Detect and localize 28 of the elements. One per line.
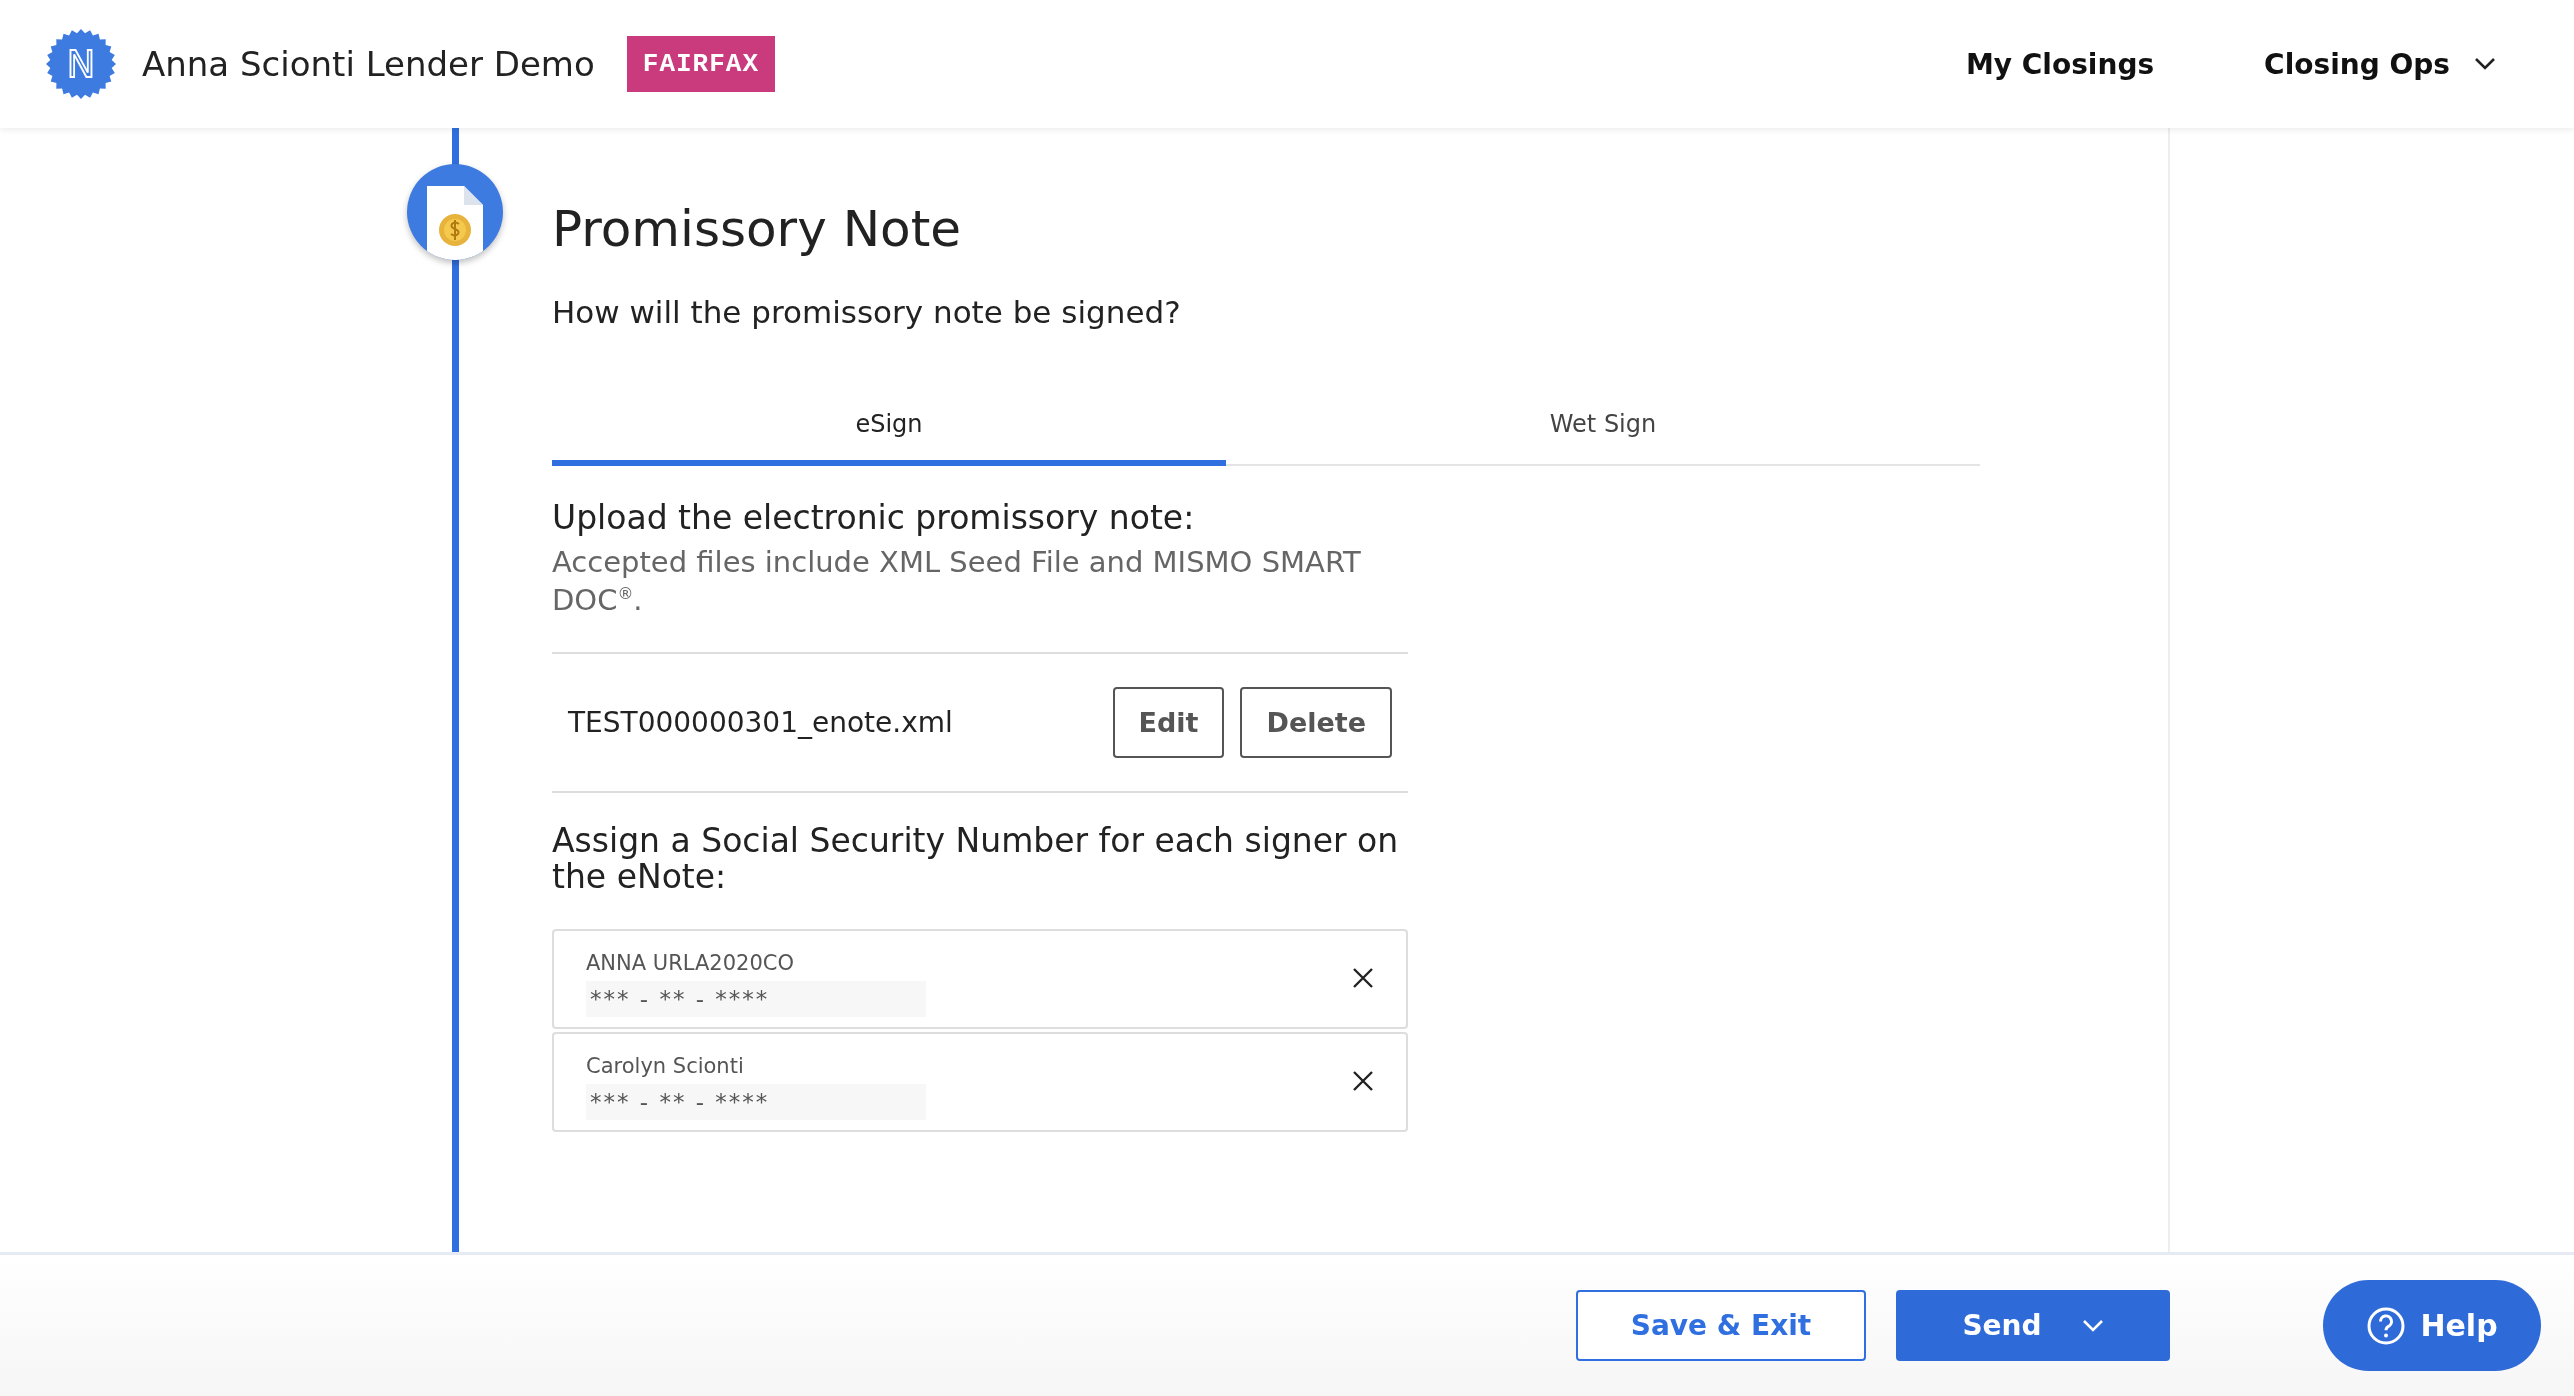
chevron-down-icon (2081, 1318, 2104, 1333)
step-title: Promissory Note (552, 200, 962, 258)
signer-name: Carolyn Scionti (586, 1054, 745, 1079)
nav-link[interactable]: My Closings (1965, 47, 2155, 81)
save-exit-button[interactable]: Save & Exit (1576, 1290, 1866, 1361)
app-title: Anna Scionti Lender Demo (142, 44, 595, 84)
help-button[interactable]: Help (2323, 1280, 2541, 1371)
signer-name: ANNA URLA2020CO (586, 951, 795, 976)
logo: N (46, 29, 116, 99)
nav-link[interactable]: Closing Ops (2264, 47, 2496, 81)
file-name: TEST000000301_enote.xml (568, 705, 953, 739)
ssn-field[interactable]: *** - ** - **** (586, 1084, 926, 1121)
document-coin-icon (407, 164, 503, 260)
edit-button[interactable]: Edit (1112, 686, 1225, 758)
chevron-down-icon (2474, 57, 2496, 71)
tab[interactable]: eSign (552, 388, 1226, 466)
delete-button[interactable]: Delete (1240, 686, 1392, 758)
environment-badge: FAIRFAX (626, 36, 775, 92)
help-icon (2366, 1305, 2407, 1346)
section-heading: Assign a Social Security Number for each signer on the eNote: (552, 822, 1400, 896)
tab[interactable]: Wet Sign (1226, 388, 1980, 466)
close-icon[interactable] (1352, 967, 1374, 990)
ssn-field[interactable]: *** - ** - **** (586, 981, 926, 1018)
send-button[interactable]: Send (1896, 1290, 2170, 1361)
close-icon[interactable] (1352, 1070, 1374, 1093)
question-text: How will the promissory note be signed? (552, 294, 1182, 330)
section-heading: Upload the electronic promissory note: (552, 500, 1196, 537)
hint-text: Accepted files include XML Seed File and MISMO SMART DOC$^{®}$. (552, 544, 1362, 619)
